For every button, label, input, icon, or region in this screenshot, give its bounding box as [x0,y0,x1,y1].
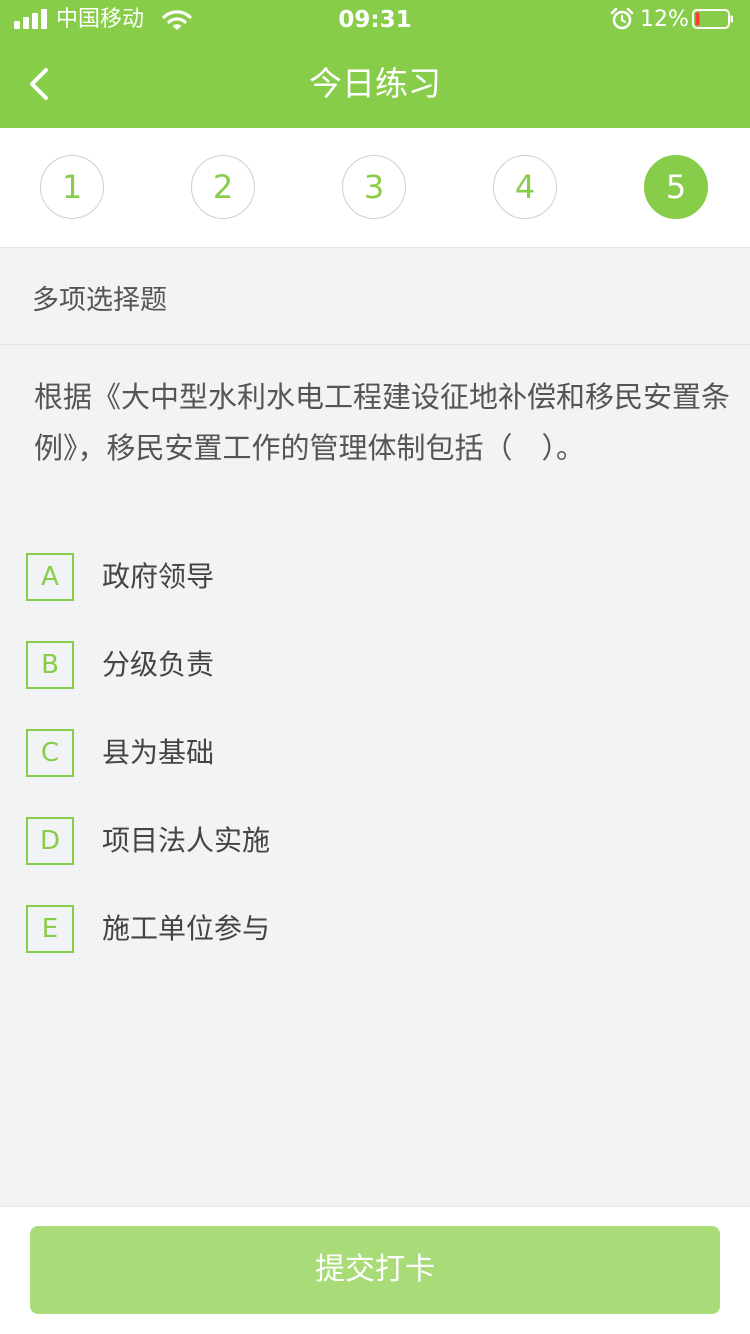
step-3[interactable]: 3 [342,155,406,219]
nav-bar: 今日练习 [0,40,750,128]
option-text: 施工单位参与 [102,912,271,945]
app-header: 中国移动 09:31 12% 今日练习 [0,0,750,128]
battery-percent: 12% [640,7,689,32]
option-c[interactable]: C 县为基础 [26,729,626,779]
page-title: 今日练习 [309,64,441,103]
step-4[interactable]: 4 [493,155,557,219]
step-1[interactable]: 1 [40,155,104,219]
step-5-active[interactable]: 5 [644,155,708,219]
option-letter: E [26,905,74,953]
alarm-icon [610,7,634,30]
question-step-indicator: 1 2 3 4 5 [0,128,750,248]
battery-icon [692,9,733,29]
option-letter: A [26,553,74,601]
option-text: 县为基础 [102,736,215,769]
option-e[interactable]: E 施工单位参与 [26,905,626,955]
option-text: 分级负责 [102,648,215,681]
option-a[interactable]: A 政府领导 [26,553,626,603]
submit-checkin-button[interactable]: 提交打卡 [30,1226,720,1314]
option-letter: B [26,641,74,689]
question-type-bar: 多项选择题 [0,248,750,345]
step-2[interactable]: 2 [191,155,255,219]
option-letter: C [26,729,74,777]
option-letter: D [26,817,74,865]
bottom-bar: 提交打卡 [0,1206,750,1334]
option-d[interactable]: D 项目法人实施 [26,817,626,867]
option-b[interactable]: B 分级负责 [26,641,626,691]
question-text: 根据《大中型水利水电工程建设征地补偿和移民安置条例》，移民安置工作的管理体制包括… [34,380,731,465]
option-text: 政府领导 [102,560,215,593]
question-type-label: 多项选择题 [32,285,167,316]
option-text: 项目法人实施 [102,824,271,857]
status-time: 09:31 [338,7,412,33]
status-bar: 中国移动 09:31 12% [0,0,750,40]
